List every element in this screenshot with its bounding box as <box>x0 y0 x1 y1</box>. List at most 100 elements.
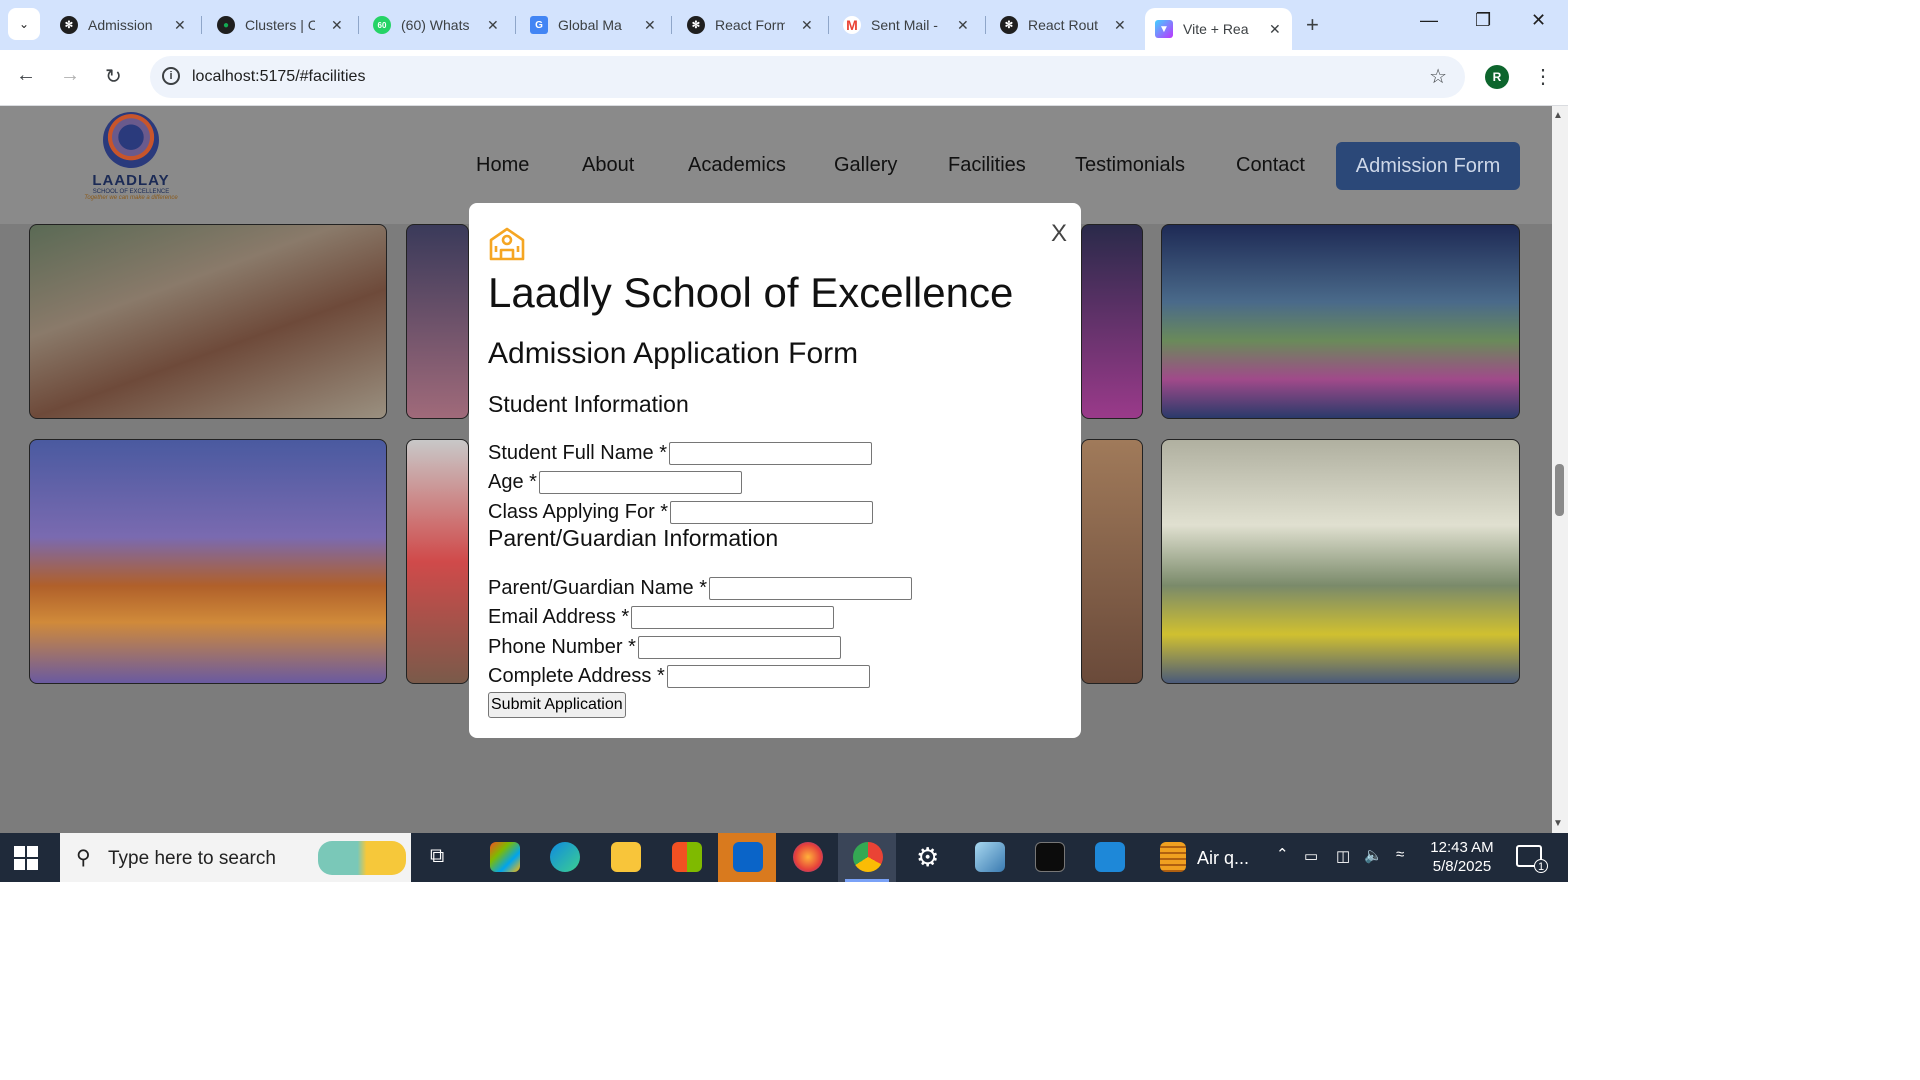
google-docs-icon: G <box>530 16 548 34</box>
settings-gear-icon[interactable]: ⚙ <box>916 842 939 873</box>
taskbar-search[interactable]: ⚲ Type here to search <box>60 833 411 882</box>
task-view-icon[interactable]: ⧉ <box>430 845 444 868</box>
battery-icon[interactable]: ▭ <box>1304 847 1318 865</box>
close-icon[interactable]: ✕ <box>331 17 343 34</box>
admission-form-button[interactable]: Admission Form <box>1336 142 1520 190</box>
parent-name-row: Parent/Guardian Name * <box>488 575 913 601</box>
close-icon[interactable]: ✕ <box>487 17 499 34</box>
url-text[interactable]: localhost:5175/#facilities <box>192 68 365 86</box>
school-name-heading: Laadly School of Excellence <box>488 269 1014 316</box>
tab-admission[interactable]: ✻ Admission ✕ <box>50 8 196 42</box>
windows-start-icon[interactable] <box>14 846 38 870</box>
vite-icon: ▼ <box>1155 20 1173 38</box>
phone-input[interactable] <box>637 635 841 659</box>
tab-react-router[interactable]: ✻ React Rout ✕ <box>990 8 1136 42</box>
close-icon[interactable]: ✕ <box>801 17 813 34</box>
air-quality-icon[interactable] <box>1160 842 1186 872</box>
notification-count-badge: 1 <box>1534 859 1548 873</box>
terminal-icon[interactable] <box>1035 842 1065 872</box>
gallery-photo <box>1161 224 1520 419</box>
student-name-input[interactable] <box>668 441 872 465</box>
scrollbar-thumb[interactable] <box>1555 464 1564 516</box>
school-icon <box>489 227 525 261</box>
volume-icon[interactable]: 🔈 <box>1364 846 1383 864</box>
file-explorer-icon[interactable] <box>611 842 641 872</box>
restore-icon[interactable]: ❐ <box>1475 10 1491 31</box>
tab-sent-mail[interactable]: M Sent Mail - ✕ <box>833 8 979 42</box>
wifi-icon[interactable]: ≈ <box>1396 846 1404 863</box>
window-close-icon[interactable]: ✕ <box>1531 10 1546 31</box>
school-logo[interactable]: LAADLAY SCHOOL OF EXCELLENCE Together we… <box>84 112 178 208</box>
email-input[interactable] <box>631 605 835 629</box>
address-bar: ← → ↻ i localhost:5175/#facilities ☆ R ⋮ <box>0 50 1568 106</box>
bookmark-star-icon[interactable]: ☆ <box>1429 64 1447 89</box>
microsoft-store-icon[interactable] <box>672 842 702 872</box>
age-label: Age * <box>488 470 537 493</box>
system-clock[interactable]: 12:43 AM 5/8/2025 <box>1424 838 1500 876</box>
new-tab-icon[interactable]: + <box>1306 12 1319 38</box>
back-icon[interactable]: ← <box>16 64 36 87</box>
notepad-icon[interactable] <box>975 842 1005 872</box>
browser-menu-icon[interactable]: ⋮ <box>1533 64 1553 89</box>
nav-home[interactable]: Home <box>476 154 529 177</box>
parent-name-input[interactable] <box>709 576 913 600</box>
vscode-icon[interactable] <box>1095 842 1125 872</box>
nav-gallery[interactable]: Gallery <box>834 154 897 177</box>
openai-icon: ✻ <box>60 16 78 34</box>
tab-clusters[interactable]: ● Clusters | C ✕ <box>207 8 353 42</box>
tray-overflow-icon[interactable]: ⌃ <box>1276 845 1289 863</box>
chrome-running-indicator <box>845 879 889 882</box>
copilot-icon[interactable] <box>490 842 520 872</box>
modal-close-button[interactable]: X <box>1051 220 1067 248</box>
address-input[interactable] <box>666 664 870 688</box>
email-row: Email Address * <box>488 604 835 630</box>
minimize-icon[interactable]: — <box>1420 10 1438 31</box>
nav-contact[interactable]: Contact <box>1236 154 1305 177</box>
gallery-photo <box>1081 439 1143 684</box>
address-row: Complete Address * <box>488 663 870 689</box>
forward-icon[interactable]: → <box>60 64 80 87</box>
openai-icon: ✻ <box>1000 16 1018 34</box>
outlook-icon[interactable] <box>733 842 763 872</box>
nav-academics[interactable]: Academics <box>688 154 786 177</box>
parent-name-label: Parent/Guardian Name * <box>488 576 708 599</box>
nav-about[interactable]: About <box>582 154 634 177</box>
age-row: Age * <box>488 469 742 495</box>
admission-modal: X Laadly School of Excellence Admission … <box>469 203 1081 738</box>
age-input[interactable] <box>538 470 742 494</box>
search-highlight-art <box>318 841 406 875</box>
scroll-up-icon[interactable]: ▲ <box>1553 110 1563 121</box>
student-section-heading: Student Information <box>488 391 689 417</box>
chrome-icon[interactable] <box>853 842 883 872</box>
edge-icon[interactable] <box>550 842 580 872</box>
tab-whatsapp[interactable]: 60 (60) Whats ✕ <box>363 8 509 42</box>
class-input[interactable] <box>670 500 874 524</box>
tab-vite-react[interactable]: ▼ Vite + Rea ✕ <box>1145 8 1292 50</box>
clock-time: 12:43 AM <box>1430 839 1494 856</box>
submit-application-button[interactable]: Submit Application <box>488 692 626 718</box>
reload-icon[interactable]: ↻ <box>105 64 122 89</box>
tab-strip: ⌄ ✻ Admission ✕ ● Clusters | C ✕ 60 (60)… <box>0 0 1568 50</box>
logo-emblem-icon <box>103 112 159 168</box>
profile-avatar[interactable]: R <box>1485 65 1509 89</box>
gallery-photo <box>406 439 469 684</box>
firefox-icon[interactable] <box>793 842 823 872</box>
close-icon[interactable]: ✕ <box>1114 17 1126 34</box>
scroll-down-icon[interactable]: ▼ <box>1553 818 1563 829</box>
meet-now-icon[interactable]: ◫ <box>1336 847 1350 865</box>
site-info-icon[interactable]: i <box>162 67 180 85</box>
tab-separator <box>985 16 986 34</box>
notification-center-icon[interactable]: 1 <box>1516 845 1548 873</box>
tab-global-market[interactable]: G Global Ma ✕ <box>520 8 666 42</box>
close-icon[interactable]: ✕ <box>644 17 656 34</box>
omnibox[interactable]: i localhost:5175/#facilities ☆ <box>150 56 1465 98</box>
air-quality-label[interactable]: Air q... <box>1197 848 1249 869</box>
close-icon[interactable]: ✕ <box>174 17 186 34</box>
nav-testimonials[interactable]: Testimonials <box>1075 154 1185 177</box>
nav-facilities[interactable]: Facilities <box>948 154 1026 177</box>
close-icon[interactable]: ✕ <box>1269 21 1281 38</box>
tab-react-form[interactable]: ✻ React Form ✕ <box>677 8 823 42</box>
tab-search-button[interactable]: ⌄ <box>8 8 40 40</box>
close-icon[interactable]: ✕ <box>957 17 969 34</box>
tab-separator <box>671 16 672 34</box>
